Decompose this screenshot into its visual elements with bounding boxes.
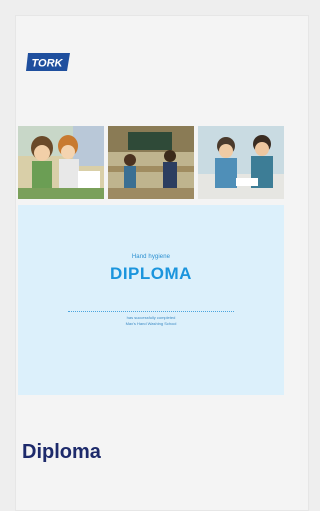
diploma-line-2: Max's Hand Washing School [125,321,177,326]
tork-logo: TORK [26,50,72,74]
logo-text: TORK [32,58,64,70]
illustration-strip [18,126,284,199]
card-title[interactable]: Diploma [22,441,101,464]
diploma-title: DIPLOMA [110,264,192,283]
diploma-eyebrow: Hand hygiene [131,254,171,260]
illustration-panel-3 [198,126,284,199]
diploma-preview: Hand hygiene DIPLOMA has successfully co… [18,205,284,395]
signature-line [68,311,234,312]
illustration-panel-1 [18,126,104,199]
illustration-panel-2 [108,126,194,199]
diploma-line-1: has successfully completed [126,315,176,320]
